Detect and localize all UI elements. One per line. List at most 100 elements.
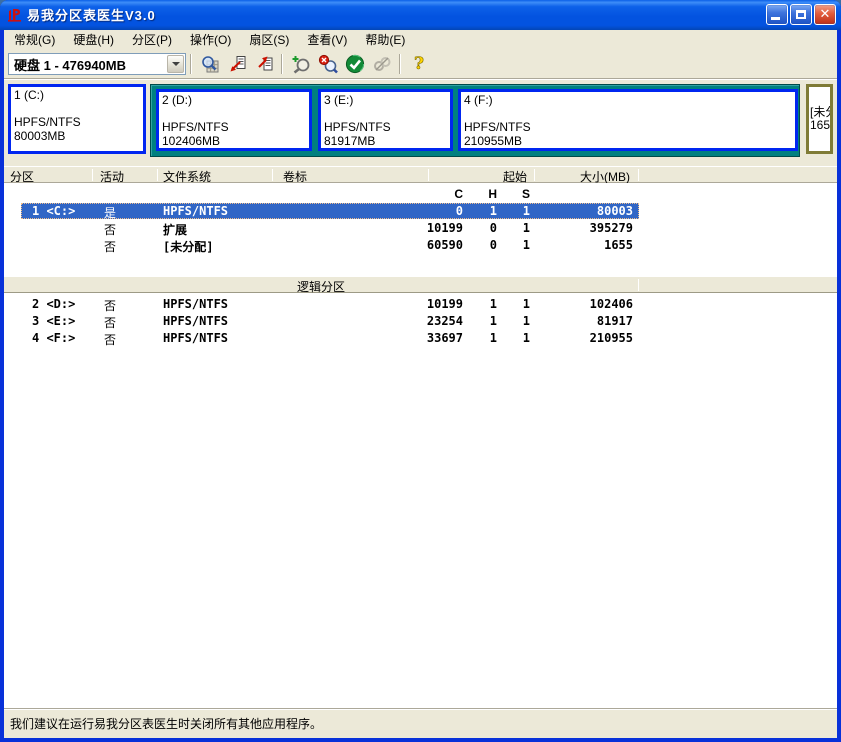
partition-size: 80003MB (14, 129, 140, 143)
header-divider (272, 169, 273, 181)
sector-viewer-button[interactable] (197, 53, 222, 76)
cell-filesystem: [未分配] (163, 238, 213, 255)
table-row-logical-d[interactable]: 2 <D:> 否 HPFS/NTFS 10199 1 1 102406 (4, 296, 837, 313)
minimize-icon (771, 17, 780, 20)
partition-box-f[interactable]: 4 (F:) HPFS/NTFS 210955MB (458, 89, 798, 151)
section-divider (638, 279, 639, 291)
toolbar-separator (281, 54, 283, 74)
minimize-button[interactable] (766, 4, 788, 25)
check-partition-button[interactable] (288, 53, 313, 76)
toolbar: 硬盘 1 - 476940MB (4, 50, 837, 78)
goto-previous-icon (227, 54, 247, 74)
menu-partition[interactable]: 分区(P) (123, 30, 181, 51)
header-divider (638, 169, 639, 181)
menu-help[interactable]: 帮助(E) (356, 30, 414, 51)
extended-partition-container: 2 (D:) HPFS/NTFS 102406MB 3 (E:) HPFS/NT… (150, 84, 800, 157)
partition-name: 2 (D:) (162, 93, 306, 107)
maximize-button[interactable] (790, 4, 812, 25)
help-button[interactable]: ? (406, 53, 431, 76)
client-area: 常规(G) 硬盘(H) 分区(P) 操作(O) 扇区(S) 查看(V) 帮助(E… (4, 30, 837, 738)
header-divider (534, 169, 535, 181)
table-row-extended[interactable]: 否 扩展 10199 0 1 395279 (4, 220, 837, 237)
menu-disk[interactable]: 硬盘(H) (64, 30, 123, 51)
cell-start-c: 33697 (373, 331, 463, 345)
partition-size: 210955MB (464, 134, 792, 148)
logical-rows: 2 <D:> 否 HPFS/NTFS 10199 1 1 102406 3 <E… (4, 296, 837, 347)
menu-operation[interactable]: 操作(O) (181, 30, 240, 51)
logical-partition-section-bar: 逻辑分区 (4, 276, 837, 293)
titlebar: 易我分区表医生V3.0 ✕ (0, 0, 841, 30)
cell-size: 80003 (523, 204, 633, 218)
partition-list: C H S 1 <C:> 是 HPFS/NTFS 0 1 1 80003 否 扩… (4, 183, 837, 708)
table-row-unallocated[interactable]: 否 [未分配] 60590 0 1 1655 (4, 237, 837, 254)
cell-active: 否 (104, 238, 116, 255)
partition-fs: HPFS/NTFS (14, 115, 140, 129)
cell-start-c: 10199 (373, 297, 463, 311)
chs-header-c: C (373, 187, 463, 201)
status-message: 我们建议在运行易我分区表医生时关闭所有其他应用程序。 (10, 715, 322, 732)
header-divider (92, 169, 93, 181)
sector-viewer-icon (200, 54, 220, 74)
menu-view[interactable]: 查看(V) (298, 30, 356, 51)
cell-start-c: 60590 (373, 238, 463, 252)
partition-fs: HPFS/NTFS (464, 120, 792, 134)
stop-check-icon (318, 54, 338, 74)
apply-fix-button[interactable] (342, 53, 367, 76)
goto-previous-button[interactable] (224, 53, 249, 76)
cell-filesystem: HPFS/NTFS (163, 204, 228, 218)
apply-fix-icon (345, 54, 365, 74)
cell-active: 否 (104, 221, 116, 238)
menu-sector[interactable]: 扇区(S) (240, 30, 298, 51)
menubar: 常规(G) 硬盘(H) 分区(P) 操作(O) 扇区(S) 查看(V) 帮助(E… (4, 30, 837, 50)
partition-name: 4 (F:) (464, 93, 792, 107)
cell-active: 否 (104, 331, 116, 348)
cell-start-c: 10199 (373, 221, 463, 235)
table-row-logical-e[interactable]: 3 <E:> 否 HPFS/NTFS 23254 1 1 81917 (4, 313, 837, 330)
cell-partition: 4 <F:> (32, 331, 75, 345)
help-icon: ? (409, 54, 429, 74)
cell-filesystem: 扩展 (163, 221, 187, 238)
unallocated-box[interactable]: [未分配] 1655MB (806, 84, 833, 154)
check-partition-icon (291, 54, 311, 74)
chs-subheader: C H S (4, 186, 837, 203)
window-title: 易我分区表医生V3.0 (27, 5, 764, 24)
statusbar: 我们建议在运行易我分区表医生时关闭所有其他应用程序。 (4, 708, 837, 738)
stop-check-button[interactable] (315, 53, 340, 76)
svg-text:?: ? (414, 54, 424, 74)
cell-active: 否 (104, 314, 116, 331)
undo-icon-disabled (372, 54, 392, 74)
cell-active: 是 (104, 204, 116, 221)
partition-box-d[interactable]: 2 (D:) HPFS/NTFS 102406MB (156, 89, 312, 151)
cell-partition: 3 <E:> (32, 314, 75, 328)
cell-start-c: 23254 (373, 314, 463, 328)
cell-filesystem: HPFS/NTFS (163, 297, 228, 311)
maximize-icon (796, 10, 806, 19)
cell-partition: 1 <C:> (32, 204, 75, 218)
menu-general[interactable]: 常规(G) (5, 30, 64, 51)
table-row-primary-c[interactable]: 1 <C:> 是 HPFS/NTFS 0 1 1 80003 (4, 203, 837, 220)
app-window: 易我分区表医生V3.0 ✕ 常规(G) 硬盘(H) 分区(P) 操作(O) 扇区… (0, 0, 841, 742)
goto-next-button[interactable] (251, 53, 276, 76)
chevron-down-icon (172, 62, 180, 66)
app-logo-icon (6, 6, 23, 23)
table-header: 分区 活动 文件系统 卷标 起始 大小(MB) (4, 166, 837, 183)
partition-size: 81917MB (324, 134, 447, 148)
disk-selector-dropdown-button[interactable] (167, 55, 184, 73)
disk-selector-combobox[interactable]: 硬盘 1 - 476940MB (8, 53, 186, 75)
cell-start-c: 0 (373, 204, 463, 218)
logical-partition-label: 逻辑分区 (4, 278, 638, 295)
partition-name: 3 (E:) (324, 93, 447, 107)
header-divider (428, 169, 429, 181)
partition-size: 102406MB (162, 134, 306, 148)
partition-fs: HPFS/NTFS (162, 120, 306, 134)
undo-button-disabled[interactable] (369, 53, 394, 76)
partition-box-c[interactable]: 1 (C:) HPFS/NTFS 80003MB (8, 84, 146, 154)
cell-filesystem: HPFS/NTFS (163, 314, 228, 328)
cell-size: 102406 (523, 297, 633, 311)
table-row-logical-f[interactable]: 4 <F:> 否 HPFS/NTFS 33697 1 1 210955 (4, 330, 837, 347)
goto-next-icon (254, 54, 274, 74)
partition-name: 1 (C:) (14, 88, 140, 102)
partition-box-e[interactable]: 3 (E:) HPFS/NTFS 81917MB (318, 89, 453, 151)
close-button[interactable]: ✕ (814, 4, 836, 25)
cell-active: 否 (104, 297, 116, 314)
